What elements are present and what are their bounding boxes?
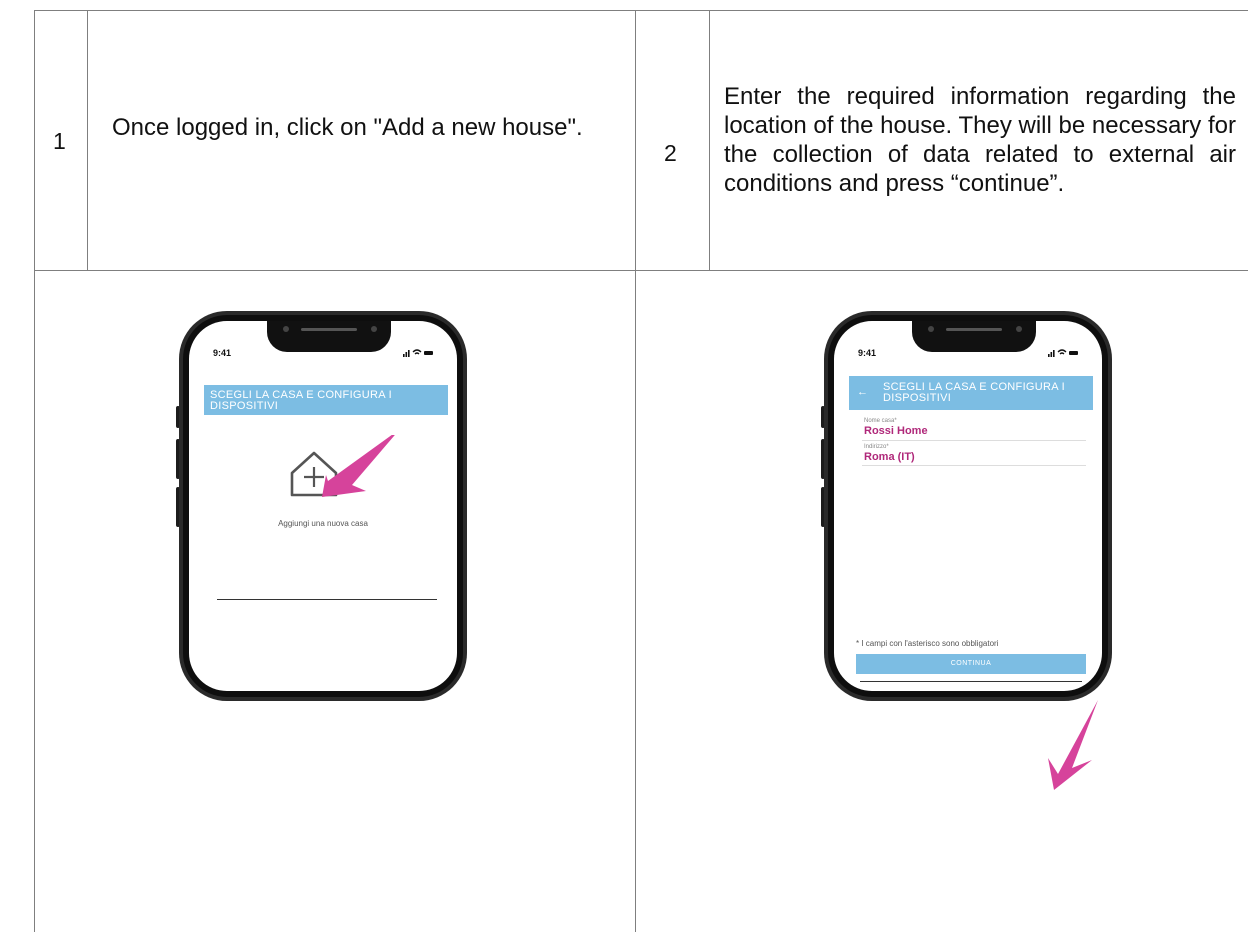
arrow-left-icon[interactable]: ←	[857, 386, 868, 398]
page-header: SCEGLI LA CASA E CONFIGURA I DISPOSITIVI	[883, 381, 1066, 404]
step-number-1: 1	[53, 128, 66, 154]
required-fields-note: * I campi con l'asterisco sono obbligato…	[856, 639, 999, 648]
home-indicator	[217, 599, 437, 600]
table-divider-num2	[709, 10, 710, 270]
continue-button[interactable]: CONTINUA	[856, 654, 1086, 674]
page-header-bar: ← SCEGLI LA CASA E CONFIGURA I DISPOSITI…	[849, 376, 1093, 410]
status-icons	[1048, 348, 1078, 359]
address-label: Indirizzo*	[864, 444, 889, 450]
address-field[interactable]: Roma (IT)	[864, 451, 915, 463]
add-house-label[interactable]: Aggiungi una nuova casa	[189, 519, 457, 528]
table-divider-center	[635, 10, 636, 932]
speaker-grille	[301, 328, 357, 331]
table-border-left	[34, 10, 35, 932]
status-time: 9:41	[858, 348, 877, 358]
house-name-label: Nome casa*	[864, 418, 897, 424]
table-divider-num1	[87, 10, 88, 270]
field-divider	[862, 465, 1086, 466]
phone-screen: 9:41 ← SCEGLI LA CASA E CONFIGURA I DISP…	[834, 321, 1102, 691]
signal-wifi-battery-icon	[403, 349, 433, 357]
phone-mockup-2: 9:41 ← SCEGLI LA CASA E CONFIGURA I DISP…	[821, 311, 1112, 701]
camera-icon	[928, 326, 934, 332]
page-header: SCEGLI LA CASA E CONFIGURA I DISPOSITIVI	[204, 385, 448, 415]
table-border-mid	[34, 270, 1248, 271]
phone-notch	[912, 321, 1036, 352]
phone-notch	[267, 321, 391, 352]
sensor-icon	[1016, 326, 1022, 332]
home-indicator	[860, 681, 1082, 682]
pointer-arrow	[1048, 700, 1098, 790]
step-text-1: Once logged in, click on "Add a new hous…	[112, 114, 583, 141]
table-border-top	[34, 10, 1248, 11]
camera-icon	[283, 326, 289, 332]
field-divider	[862, 440, 1086, 441]
signal-wifi-battery-icon	[1048, 349, 1078, 357]
add-house-button[interactable]	[282, 435, 422, 531]
speaker-grille	[946, 328, 1002, 331]
sensor-icon	[371, 326, 377, 332]
house-name-field[interactable]: Rossi Home	[864, 425, 928, 437]
step-number-2: 2	[664, 140, 677, 166]
status-icons	[403, 348, 433, 359]
phone-mockup-1: 9:41 SCEGLI LA CASA E CONFIGURA I DISPOS…	[176, 311, 467, 701]
phone-screen: 9:41 SCEGLI LA CASA E CONFIGURA I DISPOS…	[189, 321, 457, 691]
step-text-2: Enter the required information regarding…	[724, 83, 1236, 197]
status-time: 9:41	[213, 348, 232, 358]
pointer-arrow	[322, 435, 395, 497]
